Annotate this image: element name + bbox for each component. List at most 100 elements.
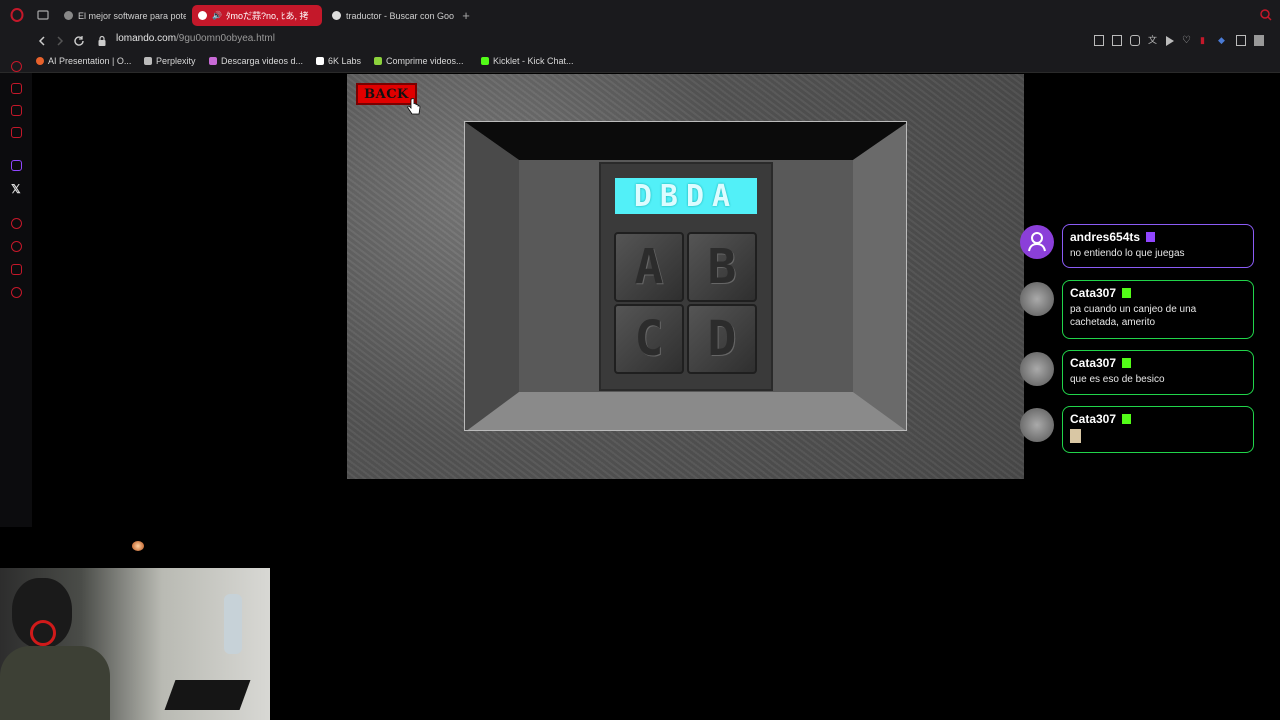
chat-bubble: Cata307 [1062, 406, 1254, 453]
avatar [1020, 225, 1054, 259]
kick-badge-icon [1122, 288, 1132, 298]
back-arrow-icon[interactable] [36, 35, 48, 47]
chat-bubble: Cata307 que es eso de besico [1062, 350, 1254, 395]
kick-badge-icon [1122, 358, 1132, 368]
bookmark-page-icon[interactable] [1094, 35, 1104, 46]
extension-icon[interactable]: ◆ [1218, 35, 1228, 46]
address-bar: lomando.com/9gu0omn0obyea.html 文 ♡ ▮ ◆ [0, 30, 1280, 52]
tab-label: ﾀmoだ蒜?no, ﾋあ, 拷 [225, 11, 309, 21]
bookmarks-bar: AI Presentation | O... Perplexity Descar… [0, 52, 1280, 73]
play-icon[interactable] [1166, 36, 1174, 46]
bookmark-favicon-icon [374, 57, 382, 65]
chat-bubble: andres654ts no entiendo lo que juegas [1062, 224, 1254, 268]
key-c-button[interactable]: C [614, 304, 684, 374]
profile-icon[interactable] [1254, 35, 1264, 46]
bookmark-favicon-icon [144, 57, 152, 65]
url-host: lomando.com [116, 33, 177, 44]
bookmark-descarga-videos[interactable]: Descarga videos d... [209, 56, 303, 66]
chat-text: que es eso de besico [1070, 374, 1165, 385]
tab-overview-icon[interactable] [36, 8, 50, 22]
kick-badge-icon [1122, 414, 1132, 424]
tab-label: El mejor software para pote [78, 10, 186, 21]
browser-tab-bar: El mejor software para pote 🔊 ﾀmoだ蒜?no, … [0, 0, 1280, 30]
sidebar-messenger-icon[interactable] [11, 105, 22, 116]
sidebar-settings-icon[interactable] [11, 287, 22, 298]
sidebar-news-icon[interactable] [11, 127, 22, 138]
water-bottle [224, 594, 242, 654]
tab-label: traductor - Buscar con Goo [346, 10, 455, 21]
webcam-feed [0, 568, 270, 720]
browser-sidebar: 𝕏 [0, 61, 32, 527]
lock-icon[interactable] [97, 35, 107, 47]
twitch-badge-icon [1146, 232, 1156, 242]
opera-logo-icon[interactable] [10, 8, 24, 22]
speed-dial-icon[interactable]: ▮ [1200, 35, 1210, 46]
bookmark-perplexity[interactable]: Perplexity [144, 56, 196, 66]
extensions-icon[interactable] [1236, 35, 1246, 46]
code-display: DBDA [615, 178, 757, 214]
bookmark-favicon-icon [36, 57, 44, 65]
adblock-icon[interactable] [1130, 35, 1140, 46]
bookmark-label: AI Presentation | O... [48, 56, 132, 66]
search-tabs-icon[interactable] [1259, 8, 1273, 22]
game-canvas[interactable]: BACK DBDA A B C D [347, 74, 1024, 479]
translate-icon[interactable]: 文 [1148, 35, 1158, 46]
hand-cursor-icon [407, 98, 421, 115]
speaker-icon[interactable]: 🔊 [212, 11, 222, 20]
bookmark-kicklet[interactable]: Kicklet - Kick Chat... [481, 56, 574, 66]
chat-text: no entiendo lo que juegas [1070, 248, 1185, 259]
chat-text: pa cuando un canjeo de una cachetada, am… [1070, 304, 1197, 328]
key-b-button[interactable]: B [687, 232, 757, 302]
chat-username: Cata307 [1070, 412, 1117, 426]
avatar [1020, 408, 1054, 442]
bookmark-label: Perplexity [156, 56, 196, 66]
chat-username: andres654ts [1070, 230, 1141, 244]
bookmark-favicon-icon [481, 57, 489, 65]
bookmark-label: Comprime videos... [386, 56, 464, 66]
keyboard [164, 680, 251, 710]
sidebar-player-icon[interactable] [11, 218, 22, 229]
avatar [1020, 282, 1054, 316]
sidebar-history-icon[interactable] [11, 241, 22, 252]
toolbar-icons: 文 ♡ ▮ ◆ [1094, 35, 1264, 46]
key-a-button[interactable]: A [614, 232, 684, 302]
chat-username: Cata307 [1070, 356, 1117, 370]
user-icon [1028, 232, 1046, 252]
sidebar-twitch-icon[interactable] [11, 160, 22, 171]
forward-arrow-icon[interactable] [54, 35, 66, 47]
bookmark-label: Kicklet - Kick Chat... [493, 56, 574, 66]
sidebar-bag-icon[interactable] [11, 83, 22, 94]
reload-icon[interactable] [73, 35, 85, 47]
bookmark-label: Descarga videos d... [221, 56, 304, 66]
bookmark-favicon-icon [209, 57, 217, 65]
tab-favicon-icon [198, 11, 207, 20]
headphones-icon [30, 620, 56, 646]
bookmark-label: 6K Labs [328, 56, 362, 66]
avatar [1020, 352, 1054, 386]
bookmark-favicon-icon [316, 57, 324, 65]
snapshot-icon[interactable] [1112, 35, 1122, 46]
keypad-box: DBDA A B C D [464, 121, 907, 431]
sidebar-extensions-icon[interactable] [11, 264, 22, 275]
bookmark-ai-presentation[interactable]: AI Presentation | O... [36, 56, 131, 66]
url-path: /9gu0omn0obyea.html [176, 33, 275, 44]
tab-game-active[interactable]: 🔊 ﾀmoだ蒜?no, ﾋあ, 拷 [192, 5, 322, 26]
streamer-body [0, 646, 110, 720]
google-favicon-icon [332, 11, 341, 20]
light-glow [132, 541, 144, 551]
chat-bubble: Cata307 pa cuando un canjeo de una cache… [1062, 280, 1254, 339]
tab-traductor[interactable]: traductor - Buscar con Goo [326, 5, 456, 26]
emote-sticker [1070, 429, 1081, 443]
bookmark-6k-labs[interactable]: 6K Labs [316, 56, 361, 66]
tab-el-mejor-software[interactable]: El mejor software para pote [58, 5, 186, 26]
tab-favicon-icon [64, 11, 73, 20]
keypad-panel: DBDA A B C D [599, 162, 773, 391]
sidebar-reload-icon[interactable] [11, 61, 22, 72]
chat-username: Cata307 [1070, 286, 1117, 300]
heart-icon[interactable]: ♡ [1182, 35, 1192, 46]
key-d-button[interactable]: D [687, 304, 757, 374]
bookmark-comprime-videos[interactable]: Comprime videos... [374, 56, 464, 66]
new-tab-button[interactable]: + [458, 5, 474, 26]
url-field[interactable]: lomando.com/9gu0omn0obyea.html [116, 33, 275, 44]
sidebar-x-icon[interactable]: 𝕏 [11, 182, 21, 196]
